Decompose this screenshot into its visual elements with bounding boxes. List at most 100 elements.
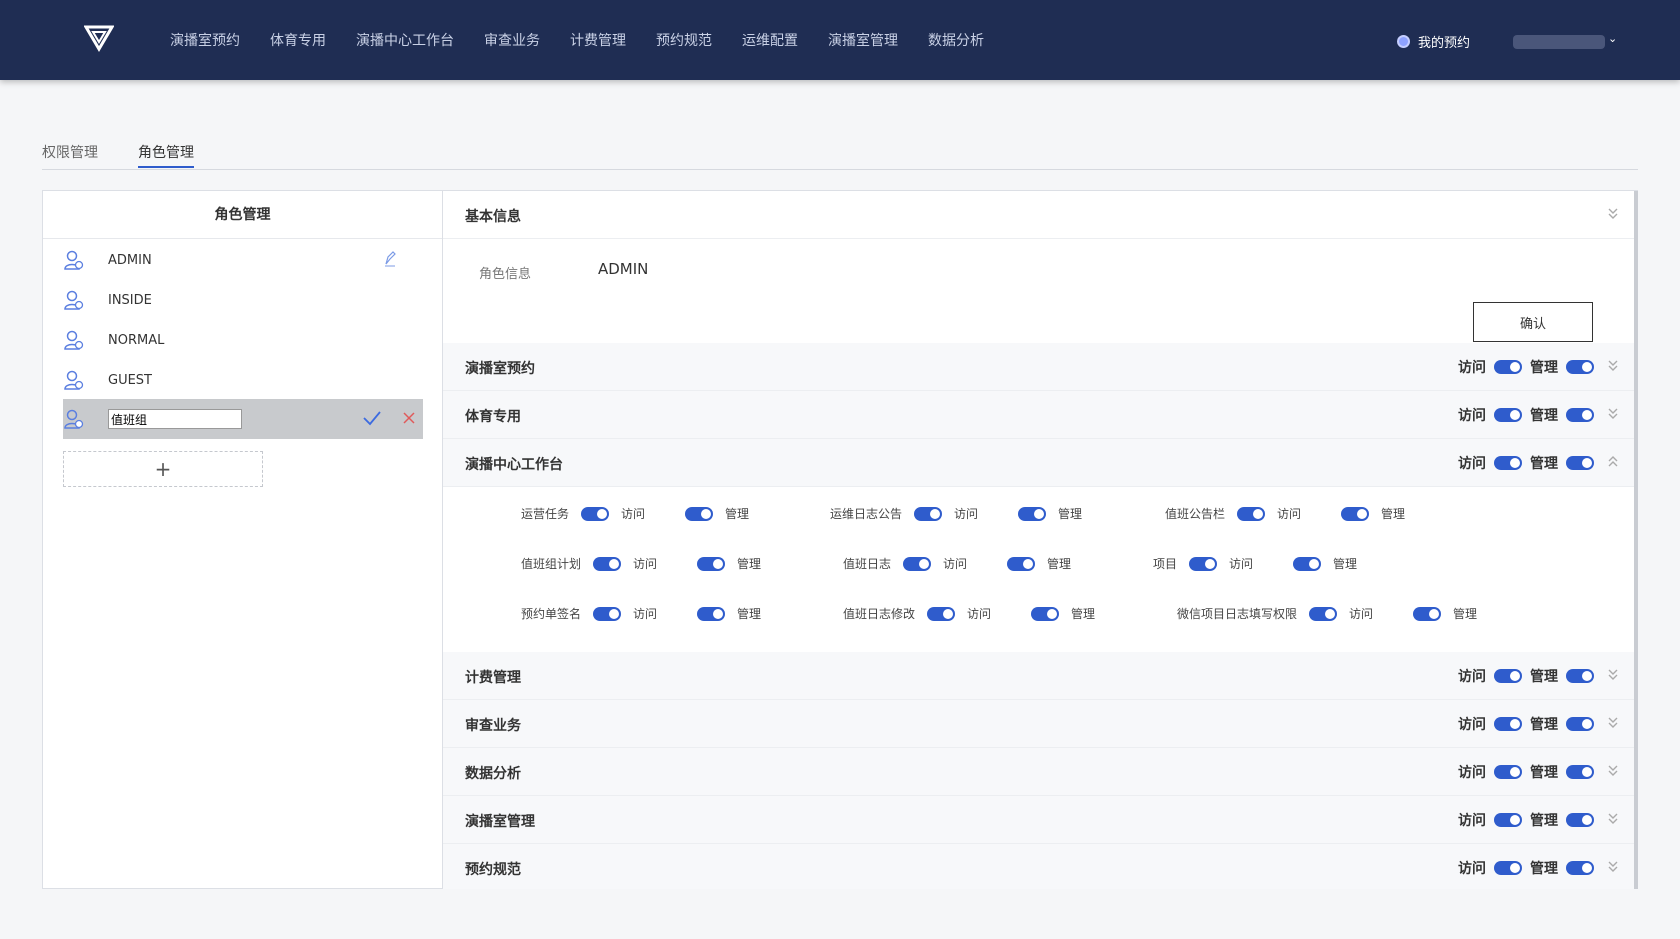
chevron-down-icon[interactable]: ⌄ [1608,32,1617,45]
scrollbar[interactable] [1634,191,1638,889]
manage-toggle[interactable] [1007,556,1036,571]
manage-toggle[interactable] [685,506,714,521]
section-review[interactable]: 审查业务 访问 管理 [443,700,1634,748]
manage-label: 管理 [1530,360,1558,376]
visit-toggle[interactable] [1494,456,1522,470]
visit-toggle[interactable] [1494,765,1522,779]
nav-item-review[interactable]: 审查业务 [484,30,540,50]
manage-toggle[interactable] [1341,506,1370,521]
workbench-sub-permissions: 运营任务 访问 管理 运维日志公告 访问 管理 值班公告栏 访问 管理 值班组计… [443,487,1634,652]
visit-toggle[interactable] [593,556,622,571]
manage-toggle[interactable] [1018,506,1047,521]
confirm-button[interactable]: 确认 [1473,302,1593,342]
manage-toggle[interactable] [1566,861,1594,875]
sub-permission-name: 运维日志公告 [830,507,903,521]
manage-toggle[interactable] [1566,813,1594,827]
visit-toggle[interactable] [1494,669,1522,683]
visit-toggle[interactable] [914,506,943,521]
add-role-button[interactable]: + [63,451,263,487]
role-item-editing[interactable] [63,399,423,439]
manage-label: 管理 [1530,669,1558,685]
section-billing[interactable]: 计费管理 访问 管理 [443,652,1634,700]
visit-toggle[interactable] [1309,606,1338,621]
chevron-double-down-icon[interactable] [1606,714,1620,730]
edit-icon[interactable] [383,251,397,267]
nav-item-billing[interactable]: 计费管理 [570,30,626,50]
manage-toggle[interactable] [1031,606,1060,621]
chevron-double-down-icon[interactable] [1606,357,1620,373]
user-name-blurred[interactable] [1513,35,1605,49]
chevron-double-down-icon[interactable] [1606,762,1620,778]
nav-item-ops-config[interactable]: 运维配置 [742,30,798,50]
manage-toggle[interactable] [1566,360,1594,374]
visit-toggle[interactable] [1494,813,1522,827]
manage-toggle[interactable] [697,606,726,621]
tab-permission[interactable]: 权限管理 [42,142,98,162]
nav-item-sports[interactable]: 体育专用 [270,30,326,50]
visit-toggle[interactable] [581,506,610,521]
logo-icon[interactable] [84,24,114,52]
visit-toggle[interactable] [903,556,932,571]
visit-label: 访问 [1229,557,1254,571]
role-item-normal[interactable]: NORMAL [63,321,423,359]
permission-panel: 基本信息 角色信息 ADMIN 确认 演播室预约 访问 管理 体育专用 访问 管… [443,190,1638,889]
visit-toggle[interactable] [1494,408,1522,422]
chevron-double-down-icon[interactable] [1606,666,1620,682]
check-icon[interactable] [363,410,381,426]
visit-toggle[interactable] [1494,360,1522,374]
section-sports[interactable]: 体育专用 访问 管理 [443,391,1634,439]
section-studio-manage[interactable]: 演播室管理 访问 管理 [443,796,1634,844]
chevron-double-down-icon[interactable] [1606,405,1620,421]
role-item-guest[interactable]: GUEST [63,361,423,399]
manage-toggle[interactable] [697,556,726,571]
section-basic-info[interactable]: 基本信息 [443,191,1634,239]
sub-permission-name: 值班日志 [843,557,892,571]
sub-permission-name: 预约单签名 [521,607,582,621]
manage-toggle[interactable] [1566,456,1594,470]
user-role-icon [64,330,84,350]
nav-item-booking-rules[interactable]: 预约规范 [656,30,712,50]
manage-toggle[interactable] [1293,556,1322,571]
top-navbar: 演播室预约 体育专用 演播中心工作台 审查业务 计费管理 预约规范 运维配置 演… [0,0,1680,80]
manage-label: 管理 [725,507,750,521]
visit-toggle[interactable] [1189,556,1218,571]
close-icon[interactable] [403,412,415,424]
chevron-double-up-icon[interactable] [1606,453,1620,469]
visit-toggle[interactable] [1494,861,1522,875]
manage-toggle[interactable] [1566,765,1594,779]
visit-toggle[interactable] [927,606,956,621]
role-name: GUEST [108,372,152,388]
visit-toggle[interactable] [1237,506,1266,521]
permission-toggles: 访问 管理 [1458,357,1602,377]
visit-label: 访问 [1458,717,1486,733]
section-workbench[interactable]: 演播中心工作台 访问 管理 [443,439,1634,487]
visit-toggle[interactable] [1494,717,1522,731]
section-title: 预约规范 [465,862,521,878]
section-booking-rules[interactable]: 预约规范 访问 管理 [443,844,1634,889]
role-name: NORMAL [108,332,165,348]
manage-toggle[interactable] [1413,606,1442,621]
nav-item-workbench[interactable]: 演播中心工作台 [356,30,454,50]
nav-item-studio-booking[interactable]: 演播室预约 [170,30,240,50]
manage-toggle[interactable] [1566,717,1594,731]
section-studio-booking[interactable]: 演播室预约 访问 管理 [443,343,1634,391]
role-item-admin[interactable]: ADMIN [63,241,423,279]
user-role-icon [64,290,84,310]
role-name-input[interactable] [108,409,242,429]
permission-toggles: 访问 管理 [1458,762,1602,782]
manage-label: 管理 [1530,861,1558,877]
nav-item-studio-manage[interactable]: 演播室管理 [828,30,898,50]
manage-toggle[interactable] [1566,669,1594,683]
chevron-double-down-icon[interactable] [1606,205,1620,221]
role-item-inside[interactable]: INSIDE [63,281,423,319]
manage-label: 管理 [1453,607,1478,621]
nav-item-data-analysis[interactable]: 数据分析 [928,30,984,50]
visit-toggle[interactable] [593,606,622,621]
chevron-double-down-icon[interactable] [1606,810,1620,826]
visit-label: 访问 [1458,360,1486,376]
chevron-double-down-icon[interactable] [1606,858,1620,874]
manage-toggle[interactable] [1566,408,1594,422]
section-data-analysis[interactable]: 数据分析 访问 管理 [443,748,1634,796]
tab-role[interactable]: 角色管理 [138,142,194,162]
my-reservation-link[interactable]: 我的预约 [1397,32,1470,51]
